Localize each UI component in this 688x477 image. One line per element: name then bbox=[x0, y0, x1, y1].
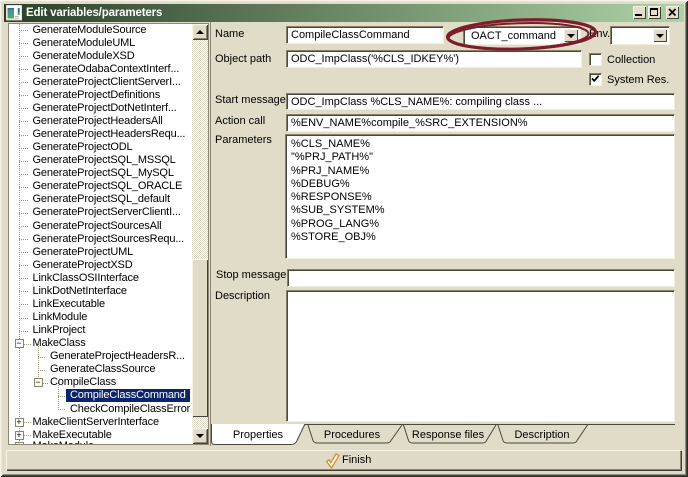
svg-text:Procedures: Procedures bbox=[324, 429, 381, 441]
svg-text:Response files: Response files bbox=[412, 429, 485, 441]
svg-text:Properties: Properties bbox=[233, 429, 284, 441]
svg-text:Description: Description bbox=[514, 429, 569, 441]
